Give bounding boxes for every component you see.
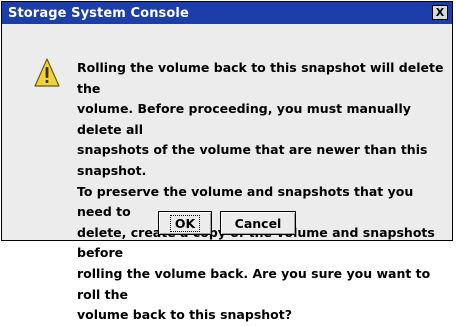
warning-triangle-icon bbox=[34, 58, 60, 87]
cancel-button-label: Cancel bbox=[234, 215, 282, 231]
dialog-message: Rolling the volume back to this snapshot… bbox=[77, 60, 444, 323]
close-button[interactable]: X bbox=[432, 5, 448, 20]
cancel-button[interactable]: Cancel bbox=[220, 211, 296, 235]
ok-button[interactable]: OK bbox=[158, 211, 212, 235]
confirm-dialog: Storage System Console X Rolling the vol… bbox=[1, 1, 453, 322]
dialog-body: Rolling the volume back to this snapshot… bbox=[2, 24, 452, 322]
close-icon: X bbox=[435, 6, 445, 19]
window-title: Storage System Console bbox=[8, 5, 189, 21]
title-bar[interactable]: Storage System Console X bbox=[2, 2, 452, 24]
ok-button-label: OK bbox=[169, 214, 201, 232]
button-row: OK Cancel bbox=[2, 211, 452, 235]
